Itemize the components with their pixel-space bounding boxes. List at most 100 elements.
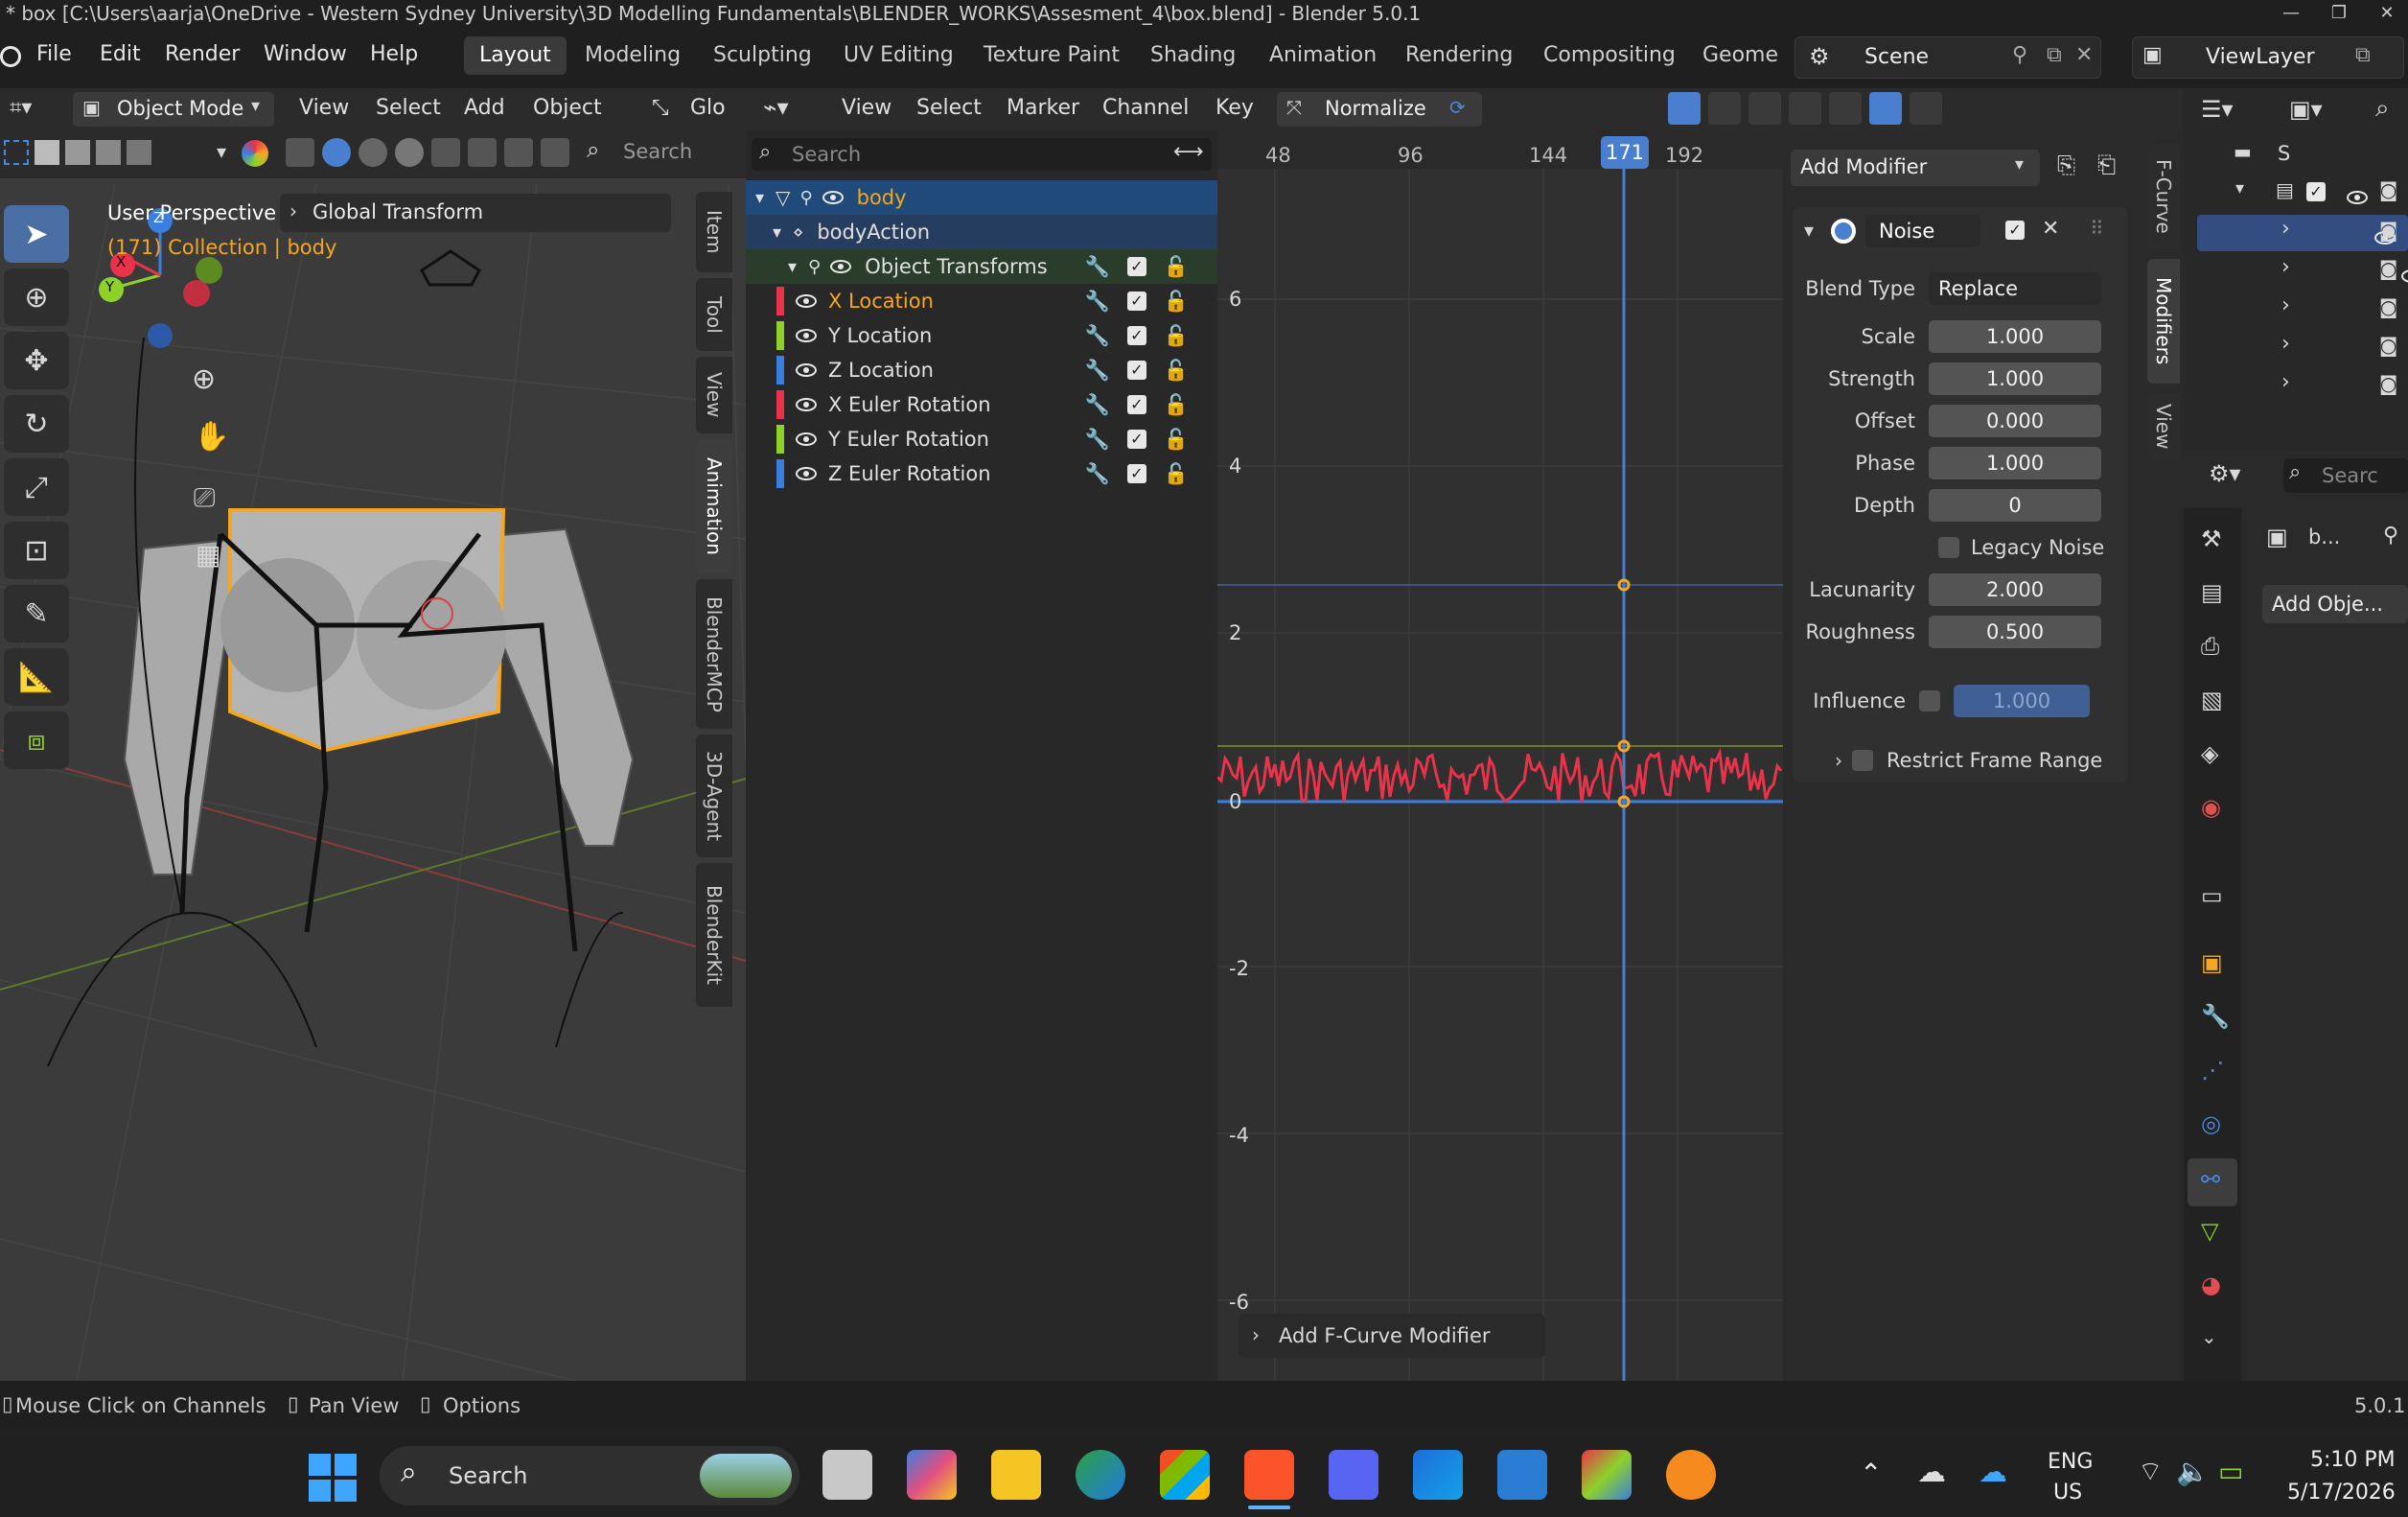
output-props-icon[interactable]: ⎙	[2201, 633, 2219, 660]
lock-icon[interactable]: 🔓	[1164, 290, 1189, 314]
normalize-toggle[interactable]: ⤧ Normalize ⟳	[1277, 92, 1482, 127]
onedrive-icon[interactable]: ☁	[1979, 1456, 2007, 1489]
wrench-icon[interactable]: 🔧	[1085, 359, 1110, 383]
select-tool-button[interactable]: ➤	[4, 205, 69, 263]
viewport-overlay-icon[interactable]	[242, 140, 268, 167]
sidetab-graph-view[interactable]: View	[2147, 393, 2180, 460]
add-modifier-dropdown[interactable]: Add Modifier ▾	[1791, 150, 2040, 186]
tab-sculpting[interactable]: Sculpting	[698, 36, 827, 75]
tab-animation[interactable]: Animation	[1254, 36, 1392, 75]
cursor-tool-button[interactable]: ⊕	[4, 268, 69, 326]
rotate-tool-button[interactable]: ↻	[4, 395, 69, 453]
eye-icon[interactable]	[2347, 191, 2368, 204]
wrench-icon[interactable]: 🔧	[1085, 290, 1110, 314]
channel-row[interactable]: X Location 🔧 ✓ 🔓	[746, 284, 1217, 318]
legacy-noise-checkbox[interactable]	[1938, 537, 1959, 558]
close-button[interactable]: ✕	[2368, 0, 2406, 29]
enable-checkbox[interactable]: ✓	[1126, 430, 1146, 449]
channel-row[interactable]: Y Location 🔧 ✓ 🔓	[746, 318, 1217, 353]
enable-checkbox[interactable]: ✓	[1126, 326, 1146, 345]
tab-texture-paint[interactable]: Texture Paint	[968, 36, 1135, 75]
graph-menu-key[interactable]: Key	[1216, 96, 1254, 120]
drag-handle-icon[interactable]: ⠿	[2090, 217, 2104, 240]
clock-date[interactable]: 5/17/2026	[2287, 1481, 2396, 1505]
enable-checkbox[interactable]: ✓	[1126, 395, 1146, 414]
display-mode-icon[interactable]: ▣▾	[2289, 96, 2323, 123]
channel-action-row[interactable]: ▾ ⋄ bodyAction	[746, 215, 1217, 249]
object-props-icon[interactable]: ▣	[2201, 949, 2223, 976]
enable-checkbox[interactable]: ✓	[1126, 464, 1146, 483]
menu-edit[interactable]: Edit	[100, 42, 141, 66]
tab-uv-editing[interactable]: UV Editing	[828, 36, 969, 75]
transform-orientation-label[interactable]: Glo	[690, 96, 726, 120]
windows-start-icon[interactable]	[309, 1454, 357, 1502]
operator-panel[interactable]: › Global Transform	[280, 194, 671, 232]
menu-window[interactable]: Window	[264, 42, 347, 66]
copy-modifiers-icon[interactable]: ⎘	[2057, 152, 2075, 178]
sidetab-blendermcp[interactable]: BlenderMCP	[696, 579, 732, 729]
add-cube-tool-button[interactable]: ⧈	[4, 712, 69, 769]
scale-field[interactable]: 1.000	[1929, 320, 2101, 353]
volume-icon[interactable]: 🔈	[2176, 1456, 2210, 1487]
wrench-icon[interactable]: 🔧	[1085, 324, 1110, 348]
blender-taskbar-icon[interactable]	[1666, 1450, 1716, 1500]
viewport-menu-select[interactable]: Select	[376, 96, 441, 120]
paste-modifiers-icon[interactable]: ⎗	[2097, 152, 2116, 178]
rendered-shading-icon[interactable]	[395, 138, 424, 167]
brave-icon[interactable]	[1244, 1450, 1294, 1500]
sidetab-item[interactable]: Item	[696, 192, 732, 272]
search-icon[interactable]: ⌕	[2375, 94, 2390, 124]
eye-icon[interactable]	[796, 467, 817, 480]
only-selected-icon[interactable]	[1668, 92, 1701, 125]
move-tool-button[interactable]: ✥	[4, 332, 69, 389]
graph-menu-view[interactable]: View	[842, 96, 891, 120]
transform-tool-button[interactable]: ⊡	[4, 522, 69, 579]
menu-file[interactable]: File	[36, 42, 72, 66]
camera-icon[interactable]: ◙	[2379, 178, 2397, 201]
wrench-icon[interactable]: 🔧	[1085, 462, 1110, 486]
phase-field[interactable]: 1.000	[1929, 447, 2101, 479]
chevron-right-icon[interactable]: ›	[2281, 293, 2290, 317]
x-location-noise-curve[interactable]	[1217, 747, 1783, 804]
graph-menu-select[interactable]: Select	[916, 96, 982, 120]
restrict-frame-range-checkbox[interactable]	[1852, 750, 1873, 771]
add-fcurve-modifier-panel[interactable]: › Add F-Curve Modifier	[1239, 1314, 1545, 1358]
camera-view-icon[interactable]: ⎚	[194, 481, 215, 514]
clock-time[interactable]: 5:10 PM	[2310, 1448, 2396, 1472]
camera-icon[interactable]: ◙	[2379, 295, 2397, 318]
camera-icon[interactable]: ◙	[2379, 219, 2397, 242]
chevron-right-icon[interactable]: ›	[2281, 255, 2290, 279]
outliner-type-icon[interactable]: ☰▾	[2201, 96, 2234, 123]
wireframe-shading-icon[interactable]	[286, 138, 314, 167]
graph-menu-channel[interactable]: Channel	[1102, 96, 1189, 120]
sidetab-animation[interactable]: Animation	[696, 439, 732, 573]
wrench-icon[interactable]: 🔧	[1085, 428, 1110, 452]
snap-icon[interactable]	[1869, 92, 1902, 125]
enable-checkbox[interactable]: ✓	[1126, 257, 1146, 276]
select-subtract-icon[interactable]	[65, 140, 90, 165]
tab-layout[interactable]: Layout	[464, 36, 567, 75]
channel-row[interactable]: Z Location 🔧 ✓ 🔓	[746, 353, 1217, 387]
view-layer-props-icon[interactable]: ▧	[2201, 687, 2223, 713]
transform-orientation-icon[interactable]: ⤡	[652, 96, 669, 120]
wrench-icon[interactable]: 🔧	[1085, 393, 1110, 417]
scene-selector[interactable]: ⚙ Scene ⚲ ⧉ ✕	[1794, 36, 2101, 79]
modifier-active-icon[interactable]	[1831, 219, 1856, 244]
pin-icon[interactable]: ⚲	[2012, 43, 2027, 67]
menu-render[interactable]: Render	[165, 42, 240, 66]
scale-tool-button[interactable]: ⤢	[4, 458, 69, 516]
blender-logo-icon[interactable]	[0, 46, 21, 67]
channel-search[interactable]: ⌕ Search ⟷	[752, 138, 1212, 171]
modifier-props-icon[interactable]: 🔧	[2201, 1003, 2230, 1030]
language-line-1[interactable]: ENG	[2048, 1450, 2093, 1474]
copy-icon[interactable]: ⧉	[2355, 43, 2371, 67]
eye-icon[interactable]	[796, 432, 817, 446]
close-icon[interactable]: ✕	[2075, 43, 2093, 67]
pan-hand-icon[interactable]: ✋	[194, 420, 229, 454]
pivot-icon[interactable]	[1829, 92, 1862, 125]
chevron-down-icon[interactable]: ▾	[755, 188, 764, 208]
scene-props-icon[interactable]: ◈	[2201, 740, 2218, 767]
tab-compositing[interactable]: Compositing	[1528, 36, 1691, 75]
perspective-toggle-icon[interactable]: ▦	[196, 539, 220, 571]
file-explorer-icon[interactable]	[991, 1450, 1041, 1500]
